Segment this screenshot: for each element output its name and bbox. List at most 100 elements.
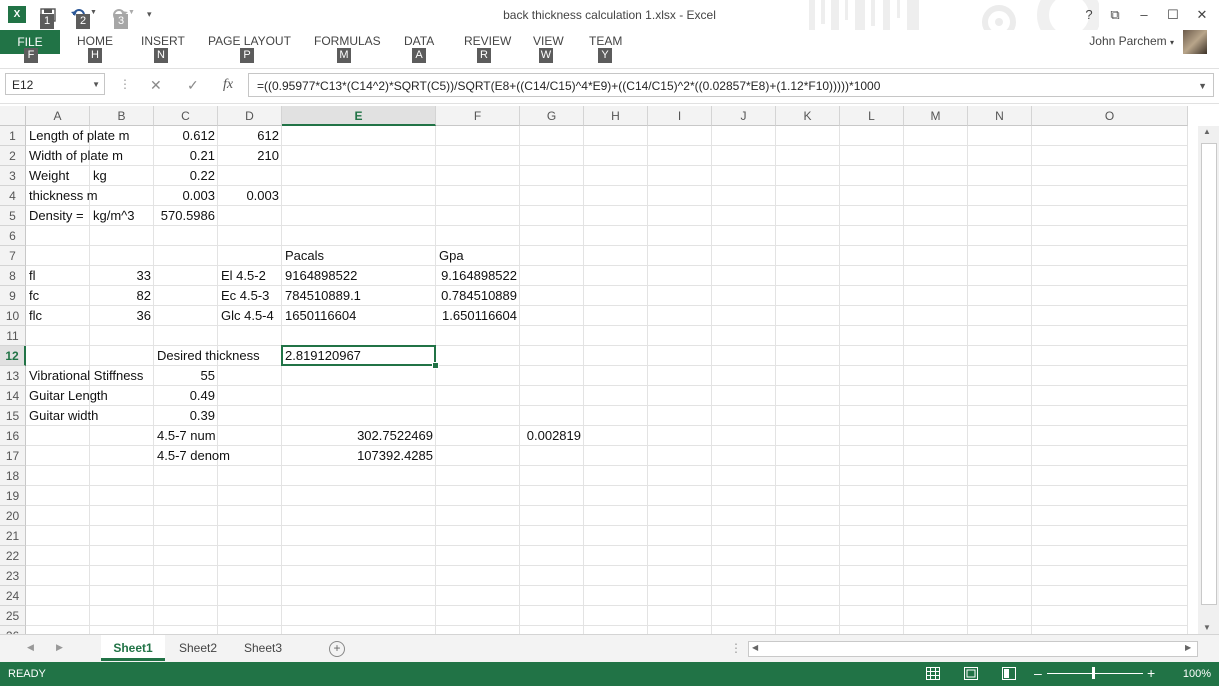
page-break-preview-icon[interactable] <box>1002 667 1016 683</box>
column-header-o[interactable]: O <box>1032 106 1188 126</box>
select-all-corner[interactable] <box>0 106 26 126</box>
user-name[interactable]: John Parchem ▾ <box>1089 34 1174 48</box>
row-header-4[interactable]: 4 <box>0 186 26 206</box>
cell-a8[interactable]: fl <box>26 266 39 286</box>
cell-b9[interactable]: 82 <box>90 286 154 306</box>
tab-sheet3[interactable]: Sheet3 <box>233 635 293 661</box>
insert-function-icon[interactable]: fx <box>223 77 233 93</box>
cell-a3[interactable]: Weight <box>26 166 72 186</box>
cell-e10[interactable]: 1650116604 <box>282 306 359 326</box>
cell-c3[interactable]: 0.22 <box>154 166 218 186</box>
name-box[interactable]: E12 ▼ <box>5 73 105 95</box>
expand-formula-bar-icon[interactable]: ▼ <box>1198 74 1207 98</box>
cell-c12[interactable]: Desired thickness <box>154 346 263 366</box>
formula-input[interactable]: =((0.95977*C13*(C14^2)*SQRT(C5))/SQRT(E8… <box>248 73 1214 97</box>
column-header-n[interactable]: N <box>968 106 1032 126</box>
cell-f10[interactable]: 1.650116604 <box>436 306 520 326</box>
cell-d1[interactable]: 612 <box>218 126 282 146</box>
cell-a1[interactable]: Length of plate m <box>26 126 132 146</box>
tab-review[interactable]: REVIEW <box>464 34 511 48</box>
cell-f9[interactable]: 0.784510889 <box>436 286 520 306</box>
column-header-b[interactable]: B <box>90 106 154 126</box>
row-header-1[interactable]: 1 <box>0 126 26 146</box>
column-header-l[interactable]: L <box>840 106 904 126</box>
cell-c15[interactable]: 0.39 <box>154 406 218 426</box>
minimize-button[interactable]: – <box>1134 6 1154 24</box>
row-header-25[interactable]: 25 <box>0 606 26 626</box>
cell-b5[interactable]: kg/m^3 <box>90 206 138 226</box>
cell-c16[interactable]: 4.5-7 num <box>154 426 219 446</box>
cell-e8[interactable]: 9164898522 <box>282 266 360 286</box>
row-header-5[interactable]: 5 <box>0 206 26 226</box>
cell-a10[interactable]: flc <box>26 306 45 326</box>
row-header-9[interactable]: 9 <box>0 286 26 306</box>
cell-g16[interactable]: 0.002819 <box>520 426 584 446</box>
cell-a14[interactable]: Guitar Length <box>26 386 111 406</box>
cell-b8[interactable]: 33 <box>90 266 154 286</box>
cell-c1[interactable]: 0.612 <box>154 126 218 146</box>
row-header-19[interactable]: 19 <box>0 486 26 506</box>
normal-view-icon[interactable] <box>926 667 940 683</box>
row-header-12[interactable]: 12 <box>0 346 26 366</box>
scroll-left-icon[interactable]: ◀ <box>752 643 758 652</box>
column-header-d[interactable]: D <box>218 106 282 126</box>
tab-home[interactable]: HOME <box>77 34 113 48</box>
column-header-j[interactable]: J <box>712 106 776 126</box>
tab-formulas[interactable]: FORMULAS <box>314 34 381 48</box>
tab-sheet1[interactable]: Sheet1 <box>101 635 165 661</box>
tab-view[interactable]: VIEW <box>533 34 564 48</box>
cell-e17[interactable]: 107392.4285 <box>282 446 436 466</box>
row-header-2[interactable]: 2 <box>0 146 26 166</box>
row-header-18[interactable]: 18 <box>0 466 26 486</box>
row-header-14[interactable]: 14 <box>0 386 26 406</box>
tab-data[interactable]: DATA <box>404 34 434 48</box>
horizontal-scrollbar[interactable] <box>748 641 1198 657</box>
column-header-k[interactable]: K <box>776 106 840 126</box>
column-header-c[interactable]: C <box>154 106 218 126</box>
row-header-8[interactable]: 8 <box>0 266 26 286</box>
cell-e7[interactable]: Pacals <box>282 246 327 266</box>
tab-page-layout[interactable]: PAGE LAYOUT <box>208 34 291 48</box>
tab-team[interactable]: TEAM <box>589 34 622 48</box>
cell-a5[interactable]: Density = <box>26 206 87 226</box>
zoom-level[interactable]: 100% <box>1183 668 1211 680</box>
close-button[interactable]: ✕ <box>1192 6 1212 24</box>
tab-split-handle-icon[interactable]: ⋮ <box>730 641 742 655</box>
avatar[interactable] <box>1183 30 1207 54</box>
formula-bar-splitter-icon[interactable]: ⋮ <box>119 77 131 91</box>
cell-a2[interactable]: Width of plate m <box>26 146 126 166</box>
row-header-6[interactable]: 6 <box>0 226 26 246</box>
enter-icon[interactable]: ✓ <box>187 77 199 94</box>
row-header-3[interactable]: 3 <box>0 166 26 186</box>
ribbon-display-options-button[interactable]: ⧉ <box>1105 6 1125 24</box>
cell-c2[interactable]: 0.21 <box>154 146 218 166</box>
column-header-g[interactable]: G <box>520 106 584 126</box>
column-header-i[interactable]: I <box>648 106 712 126</box>
row-header-20[interactable]: 20 <box>0 506 26 526</box>
page-layout-view-icon[interactable] <box>964 667 978 683</box>
row-header-26[interactable]: 26 <box>0 626 26 634</box>
row-header-16[interactable]: 16 <box>0 426 26 446</box>
cell-d2[interactable]: 210 <box>218 146 282 166</box>
row-header-23[interactable]: 23 <box>0 566 26 586</box>
worksheet-grid[interactable]: A B C D E F G H I J K L M N O 1 2 3 4 5 6 7 8 9 10 11 12 13 14 15 16 17… <box>0 106 1198 634</box>
cell-d9[interactable]: Ec 4.5-3 <box>218 286 272 306</box>
tab-sheet2[interactable]: Sheet2 <box>168 635 228 661</box>
cell-e9[interactable]: 784510889.1 <box>282 286 364 306</box>
cell-d10[interactable]: Glc 4.5-4 <box>218 306 277 326</box>
row-header-11[interactable]: 11 <box>0 326 26 346</box>
cell-c17[interactable]: 4.5-7 denom <box>154 446 233 466</box>
vertical-scroll-thumb[interactable] <box>1201 143 1217 605</box>
zoom-slider-thumb[interactable] <box>1092 667 1095 679</box>
next-sheet-icon[interactable]: ▶ <box>56 642 63 653</box>
cell-a4[interactable]: thickness m <box>26 186 101 206</box>
row-header-7[interactable]: 7 <box>0 246 26 266</box>
chevron-down-icon[interactable]: ▼ <box>92 74 100 96</box>
zoom-slider[interactable] <box>1047 673 1143 674</box>
row-header-10[interactable]: 10 <box>0 306 26 326</box>
cell-b10[interactable]: 36 <box>90 306 154 326</box>
row-header-15[interactable]: 15 <box>0 406 26 426</box>
previous-sheet-icon[interactable]: ◀ <box>27 642 34 653</box>
help-button[interactable]: ? <box>1079 6 1099 24</box>
maximize-button[interactable]: ☐ <box>1163 6 1183 24</box>
